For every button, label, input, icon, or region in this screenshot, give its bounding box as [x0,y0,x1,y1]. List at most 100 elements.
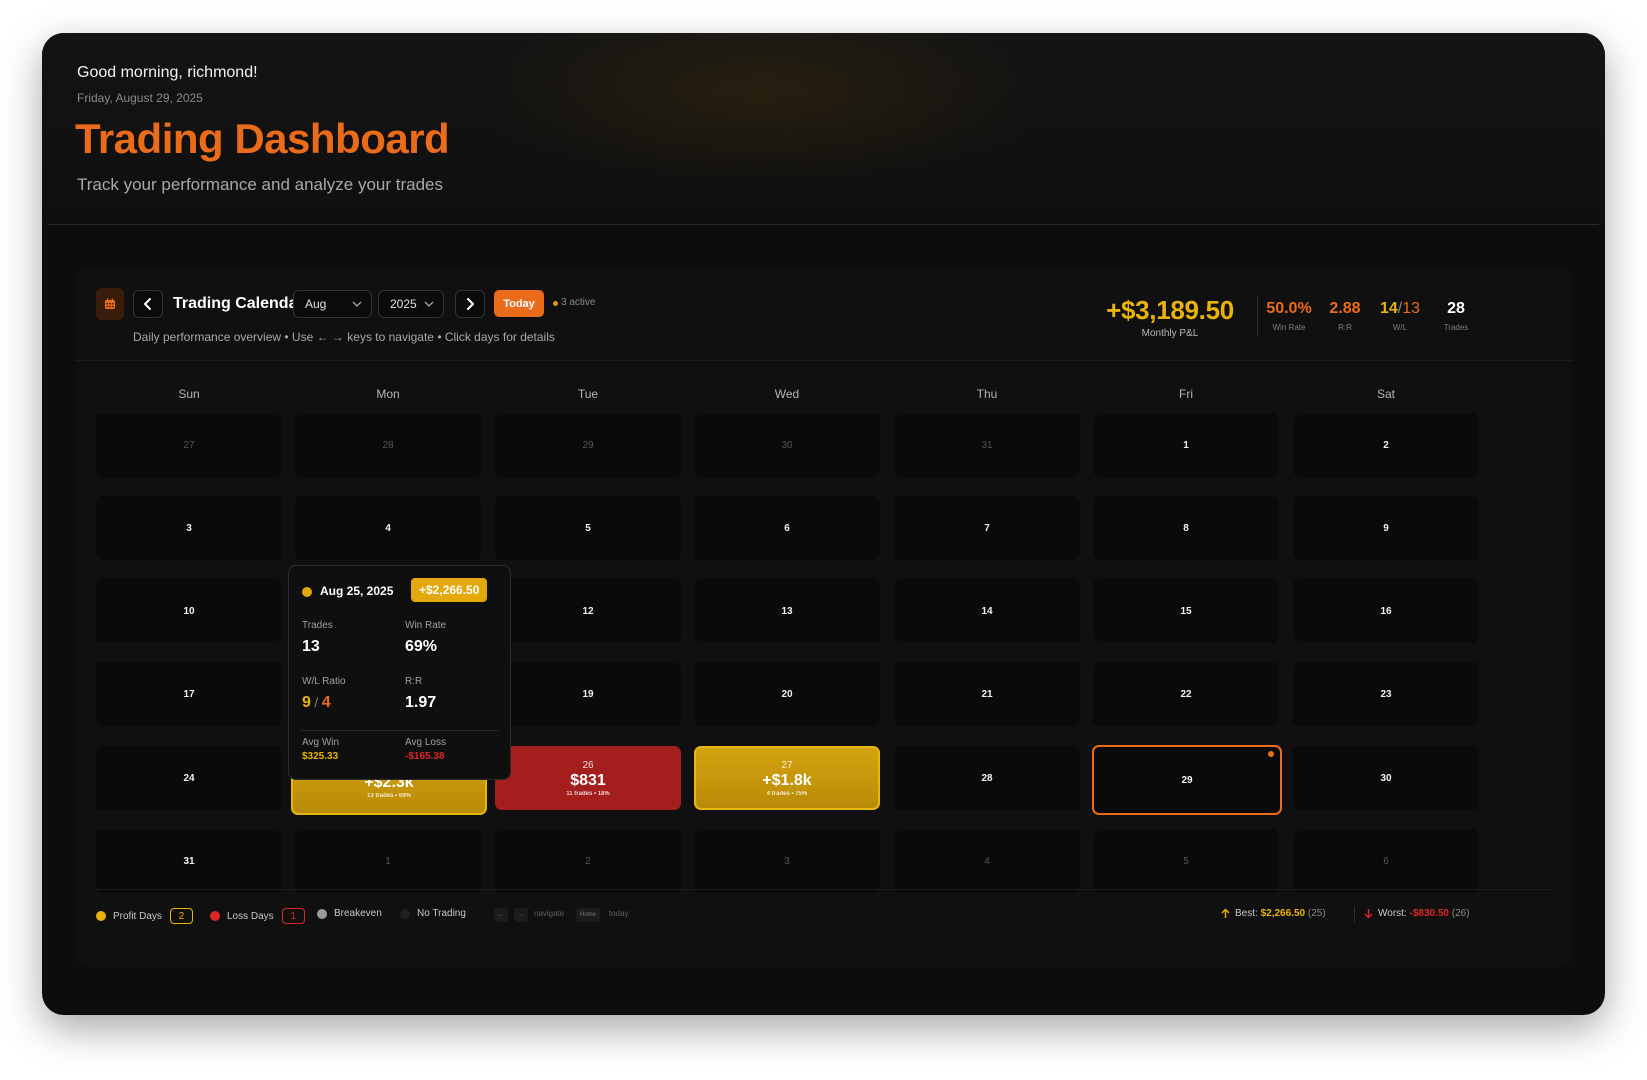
losses-value: 13 [1402,300,1421,317]
calendar-day-today[interactable]: 29 [1092,745,1282,815]
calendar-title: Trading Calendar [173,295,304,312]
calendar-day[interactable]: 20 [694,662,880,726]
calendar-day[interactable]: 10 [96,579,282,643]
worst-day-number: (26) [1451,908,1470,919]
arrow-down-icon [1364,909,1373,919]
calendar-day[interactable]: 30 [1293,746,1479,810]
calendar-day[interactable]: 14 [894,579,1080,643]
day-number: 22 [1180,688,1192,700]
day-summary: 13 trades • 69% [367,792,411,799]
calendar-day[interactable]: 24 [96,746,282,810]
calendar-header-divider [76,360,1572,361]
day-number: 27 [781,759,793,771]
navigate-hint: navigate [534,909,565,918]
day-number: 6 [1383,855,1389,867]
wins-value: 14 [1379,300,1398,317]
calendar-day[interactable]: 31 [96,829,282,893]
day-number: 6 [784,522,790,534]
calendar-day[interactable]: 5 [495,496,681,560]
greeting: Good morning, richmond! [77,64,258,81]
calendar-day[interactable]: 15 [1093,579,1279,643]
best-day: Best: $2,266.50 (25) [1221,908,1326,919]
calendar-day[interactable]: 19 [495,662,681,726]
month-select[interactable]: Aug [293,290,372,318]
calendar-day-outside-month[interactable]: 28 [295,413,481,477]
calendar-day[interactable]: 3 [96,496,282,560]
monthly-pnl-value: +$3,189.50 [1106,295,1234,325]
calendar-day[interactable]: 21 [894,662,1080,726]
rr-label: R:R [1338,323,1352,332]
today-hint: today [609,909,629,918]
today-button[interactable]: Today [494,290,544,317]
prev-month-button[interactable] [133,290,163,318]
chevron-right-icon [467,298,474,310]
calendar-day-outside-month[interactable]: 27 [96,413,282,477]
day-number: 13 [781,605,793,617]
weekday-wed: Wed [774,387,800,401]
day-number: 28 [382,439,394,451]
page-subtitle: Track your performance and analyze your … [77,175,443,194]
day-number: 27 [183,439,195,451]
calendar-day-loss[interactable]: 26 $831 11 trades • 18% [495,746,681,810]
calendar-day-outside-month[interactable]: 2 [495,829,681,893]
tooltip-avgwin-value: $325.33 [302,751,339,762]
weekday-sun: Sun [178,387,200,401]
day-number: 30 [781,439,793,451]
no-trading-dot-icon [400,908,410,919]
calendar-day-outside-month[interactable]: 30 [694,413,880,477]
best-value: $2,266.50 [1260,908,1306,919]
calendar-day[interactable]: 8 [1093,496,1279,560]
calendar-panel: Trading Calendar Aug 2025 Today 3 active… [76,268,1572,968]
profit-dot-icon [96,911,106,921]
calendar-day[interactable]: 2 [1293,413,1479,477]
next-month-button[interactable] [455,290,485,318]
legend-breakeven: Breakeven [317,908,382,919]
calendar-day[interactable]: 9 [1293,496,1479,560]
tooltip-trades-label: Trades [302,620,333,631]
worst-day: Worst: -$830.50 (26) [1364,908,1470,919]
calendar-day[interactable]: 22 [1093,662,1279,726]
calendar-day-profit[interactable]: 27 +$1.8k 4 trades • 75% [694,746,880,810]
win-rate-label: Win Rate [1272,323,1306,332]
calendar-day[interactable]: 13 [694,579,880,643]
day-number: 31 [183,855,195,867]
calendar-day[interactable]: 23 [1293,662,1479,726]
day-number: 15 [1180,605,1192,617]
tooltip-avgwin-label: Avg Win [302,737,340,748]
calendar-day[interactable]: 4 [295,496,481,560]
day-number: 20 [781,688,793,700]
win-rate-value: 50.0% [1266,300,1312,317]
today-indicator-dot [1268,751,1274,757]
weekday-thu: Thu [976,387,998,401]
calendar-day[interactable]: 28 [894,746,1080,810]
calendar-day[interactable]: 7 [894,496,1080,560]
calendar-icon [96,288,124,320]
calendar-day[interactable]: 6 [694,496,880,560]
calendar-day[interactable]: 16 [1293,579,1479,643]
tooltip-rr-label: R:R [405,676,423,687]
calendar-day-outside-month[interactable]: 4 [894,829,1080,893]
day-summary: 11 trades • 18% [566,790,610,797]
calendar-day[interactable]: 17 [96,662,282,726]
chevron-down-icon [424,301,434,307]
breakeven-dot-icon [317,908,327,919]
calendar-day-outside-month[interactable]: 31 [894,413,1080,477]
header-divider [48,224,1599,225]
calendar-day-outside-month[interactable]: 5 [1093,829,1279,893]
calendar-day[interactable]: 1 [1093,413,1279,477]
weekday-tue: Tue [577,387,599,401]
day-number: 28 [981,772,993,784]
year-select[interactable]: 2025 [378,290,444,318]
calendar-day-outside-month[interactable]: 6 [1293,829,1479,893]
best-label: Best: [1235,908,1258,919]
tooltip-trades-value: 13 [302,638,320,655]
key-left: ← [494,908,508,922]
calendar-day[interactable]: 12 [495,579,681,643]
calendar-day-outside-month[interactable]: 3 [694,829,880,893]
calendar-day-outside-month[interactable]: 1 [295,829,481,893]
legend-breakeven-label: Breakeven [334,908,382,919]
rr-value: 2.88 [1329,300,1361,317]
day-number: 1 [385,855,391,867]
day-number: 16 [1380,605,1392,617]
calendar-day-outside-month[interactable]: 29 [495,413,681,477]
